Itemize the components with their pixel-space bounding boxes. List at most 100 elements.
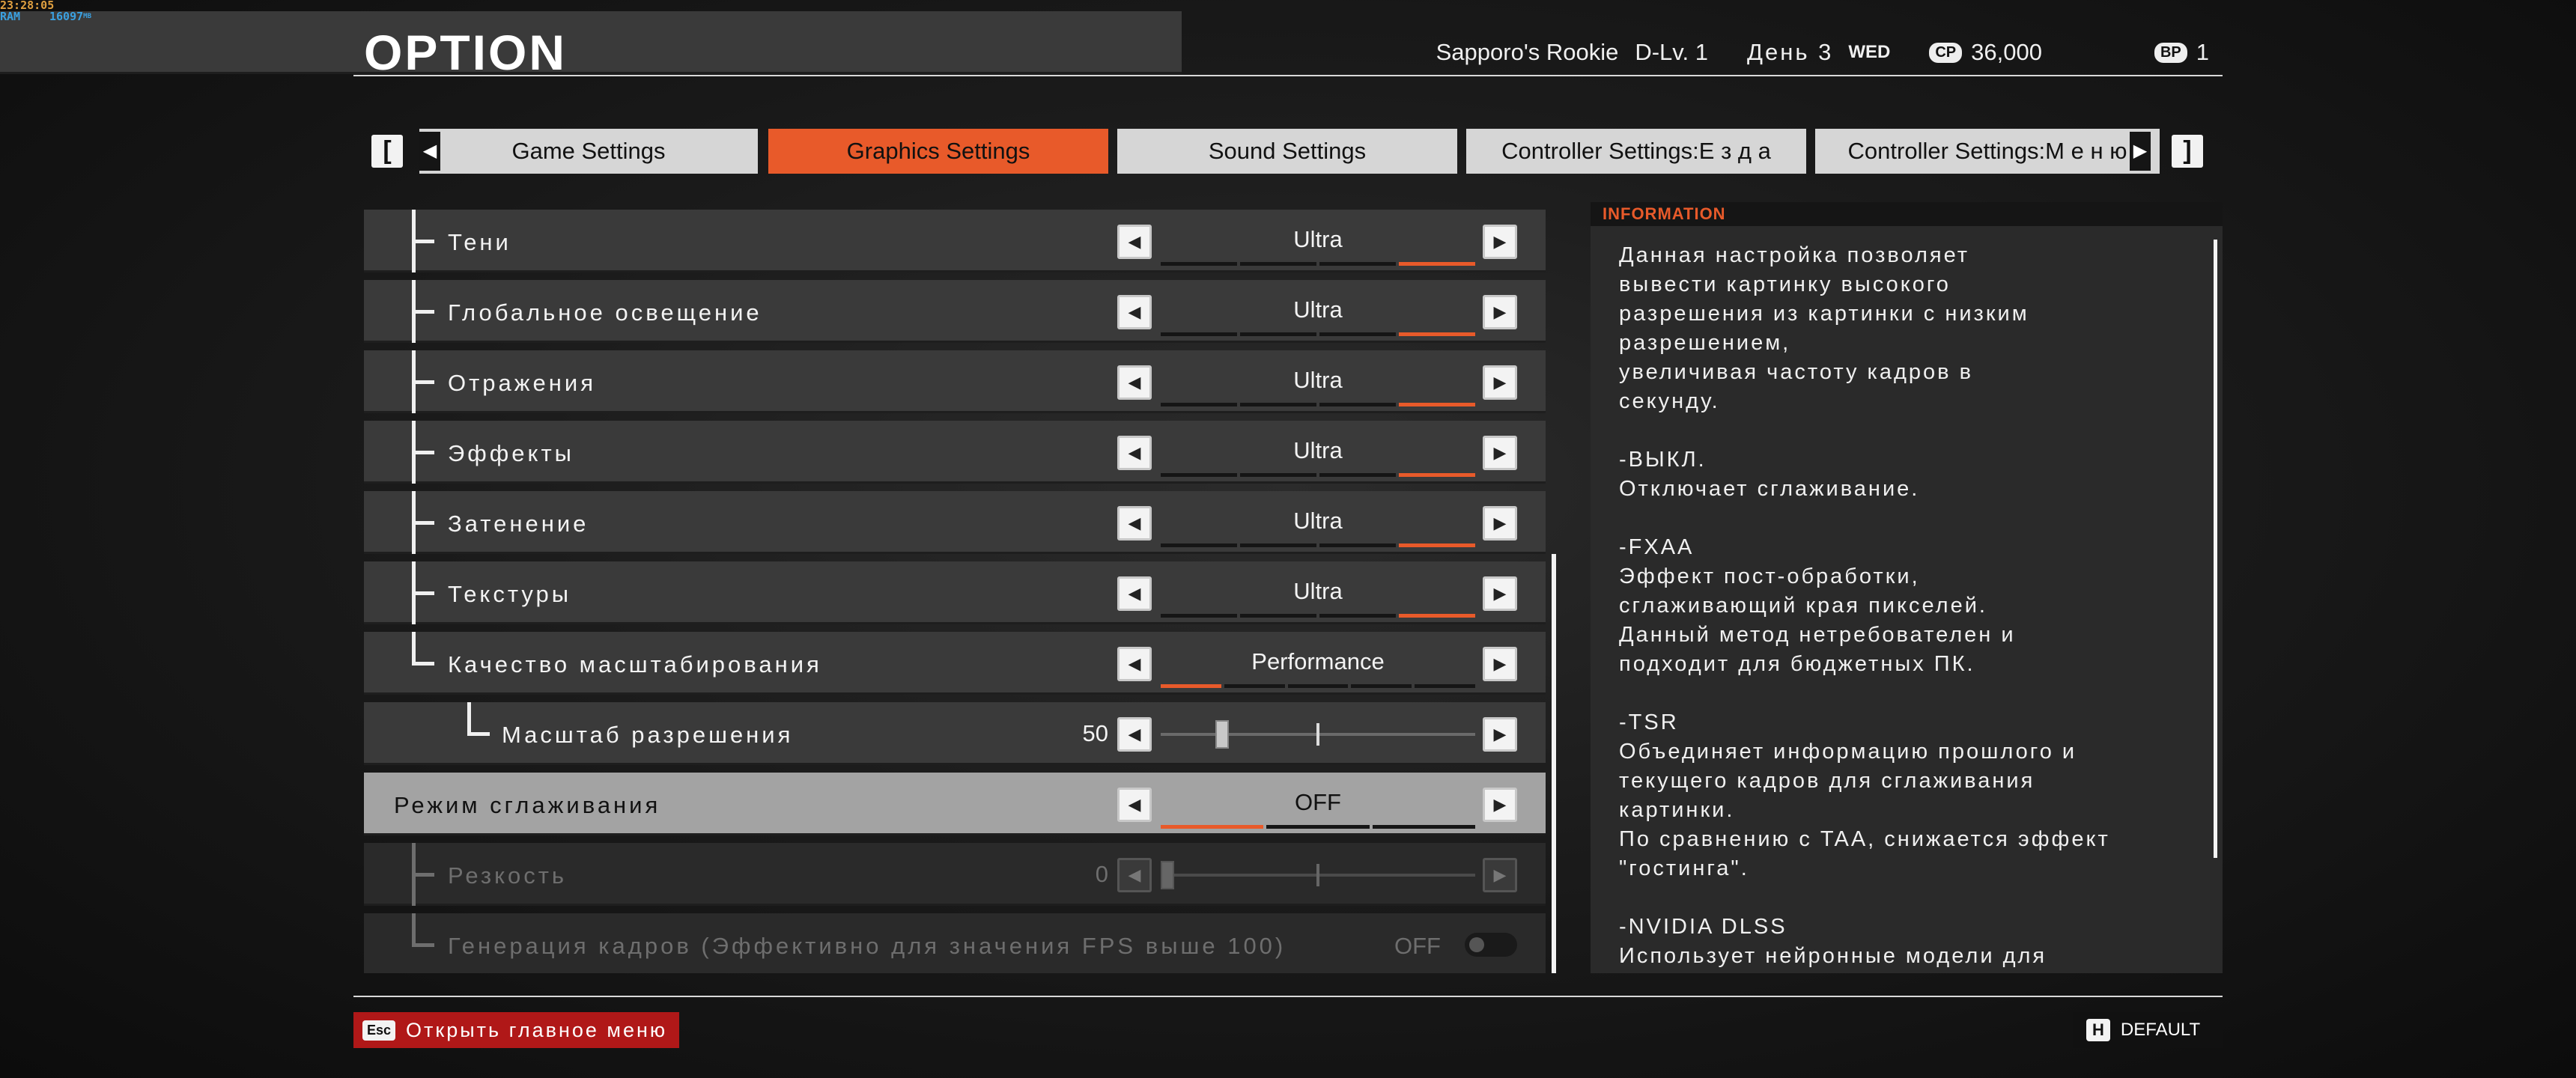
setting-label: Режим сглаживания xyxy=(394,792,661,818)
setting-row-effects[interactable]: Эффекты ◀ Ultra ▶ xyxy=(364,421,1546,484)
tab-label: Graphics Settings xyxy=(846,138,1030,164)
decrease-arrow-icon[interactable]: ◀ xyxy=(1117,436,1152,470)
increase-arrow-icon[interactable]: ▶ xyxy=(1483,225,1517,259)
prev-tab-button[interactable]: [ xyxy=(371,135,403,168)
level-segment xyxy=(1240,403,1316,406)
level-indicator xyxy=(1161,614,1475,618)
tab-controller-driving[interactable]: Controller Settings:Е з д а xyxy=(1466,129,1806,174)
increase-arrow-icon[interactable]: ▶ xyxy=(1483,295,1517,329)
increase-arrow-icon[interactable]: ▶ xyxy=(1483,717,1517,752)
open-main-menu-button[interactable]: Esc Открыть главное меню xyxy=(353,1012,680,1048)
tab-label: Controller Settings:М е н ю xyxy=(1847,138,2127,164)
decrease-arrow-icon[interactable]: ◀ xyxy=(1117,225,1152,259)
setting-row-shadows[interactable]: Тени ◀ Ultra ▶ xyxy=(364,210,1546,272)
setting-value: Ultra xyxy=(1293,226,1343,252)
setting-row-global-illumination[interactable]: Глобальное освещение ◀ Ultra ▶ xyxy=(364,280,1546,343)
increase-arrow-icon[interactable]: ▶ xyxy=(1483,436,1517,470)
overlay-unit: MB xyxy=(83,13,91,20)
settings-scrollbar[interactable] xyxy=(1552,554,1556,973)
toggle-state-label: OFF xyxy=(1394,933,1441,959)
level-segment xyxy=(1319,614,1396,618)
decrease-arrow-icon[interactable]: ◀ xyxy=(1117,576,1152,611)
decrease-arrow-icon[interactable]: ◀ xyxy=(1117,365,1152,400)
setting-label: Затенение xyxy=(448,511,589,537)
overlay-value xyxy=(222,11,274,72)
information-title: INFORMATION xyxy=(1591,202,2223,226)
level-segment xyxy=(1161,825,1264,829)
decrease-arrow-icon[interactable]: ◀ xyxy=(1117,717,1152,752)
footer-divider xyxy=(353,996,2223,997)
level-segment xyxy=(1319,332,1396,336)
next-tab-button[interactable]: ] xyxy=(2172,135,2203,168)
information-text: Данная настройка позволяет вывести карти… xyxy=(1619,243,2110,968)
decrease-arrow-icon[interactable]: ◀ xyxy=(1117,295,1152,329)
increase-arrow-icon[interactable]: ▶ xyxy=(1483,365,1517,400)
level-segment xyxy=(1351,684,1412,688)
setting-value: Ultra xyxy=(1293,508,1343,534)
overlay-value: 16097MB xyxy=(48,11,91,72)
level-indicator xyxy=(1161,684,1475,688)
default-label: DEFAULT xyxy=(2120,1020,2201,1040)
setting-row-sharpness: Резкость 0 ◀ ▶ xyxy=(364,843,1546,906)
tab-label: Sound Settings xyxy=(1208,138,1367,164)
level-segment xyxy=(1161,684,1221,688)
setting-value: Ultra xyxy=(1293,578,1343,604)
tab-scroll-left-icon[interactable]: ◀ xyxy=(419,132,440,171)
slider-thumb[interactable] xyxy=(1215,720,1229,749)
tab-controller-menu[interactable]: Controller Settings:М е н ю xyxy=(1815,129,2160,174)
increase-arrow-icon[interactable]: ▶ xyxy=(1483,647,1517,681)
setting-label: Резкость xyxy=(448,862,568,889)
setting-row-shading[interactable]: Затенение ◀ Ultra ▶ xyxy=(364,491,1546,554)
header: OPTION Sapporo's Rookie D-Lv. 1 День 3 W… xyxy=(353,21,2223,80)
level-segment xyxy=(1319,473,1396,477)
setting-row-reflections[interactable]: Отражения ◀ Ultra ▶ xyxy=(364,350,1546,413)
setting-label: Генерация кадров (Эффективно для значени… xyxy=(448,933,1287,959)
setting-value: Ultra xyxy=(1293,296,1343,323)
toggle-knob xyxy=(1469,937,1484,952)
player-info: Sapporo's Rookie D-Lv. 1 День 3 WED CP 3… xyxy=(1436,39,2209,66)
level-segment xyxy=(1161,614,1237,618)
day-label: День 3 xyxy=(1746,39,1834,65)
increase-arrow-icon[interactable]: ▶ xyxy=(1483,576,1517,611)
overlay-number: 16097 xyxy=(49,10,84,23)
level-indicator xyxy=(1161,543,1475,547)
increase-arrow-icon[interactable]: ▶ xyxy=(1483,788,1517,822)
tab-scroll-right-icon[interactable]: ▶ xyxy=(2130,132,2151,171)
tab-sound-settings[interactable]: Sound Settings xyxy=(1117,129,1457,174)
setting-row-upscaling-quality[interactable]: Качество масштабирования ◀ Performance ▶ xyxy=(364,632,1546,695)
setting-row-resolution-scale[interactable]: Масштаб разрешения 50 ◀ ▶ xyxy=(364,702,1546,765)
frame-generation-toggle xyxy=(1465,933,1517,957)
level-segment xyxy=(1240,473,1316,477)
tab-game-settings[interactable]: Game Settings xyxy=(419,129,758,174)
h-key-icon: H xyxy=(2086,1019,2110,1041)
setting-value: OFF xyxy=(1295,789,1341,815)
decrease-arrow-icon: ◀ xyxy=(1117,858,1152,892)
setting-value: Ultra xyxy=(1293,437,1343,463)
level-segment xyxy=(1240,262,1316,266)
slider-value: 50 xyxy=(1082,720,1108,746)
setting-row-frame-generation: Генерация кадров (Эффективно для значени… xyxy=(364,913,1546,973)
level-segment xyxy=(1399,543,1475,547)
level-segment xyxy=(1287,684,1349,688)
level-segment xyxy=(1399,332,1475,336)
setting-label: Глобальное освещение xyxy=(448,299,762,326)
decrease-arrow-icon[interactable]: ◀ xyxy=(1117,647,1152,681)
cp-icon: CP xyxy=(1929,42,1963,63)
player-name: Sapporo's Rookie xyxy=(1436,39,1619,65)
setting-label: Масштаб разрешения xyxy=(502,722,794,748)
setting-row-antialiasing[interactable]: Режим сглаживания ◀ OFF ▶ xyxy=(364,773,1546,835)
setting-label: Тени xyxy=(448,229,511,255)
esc-key-icon: Esc xyxy=(362,1020,396,1041)
level-segment xyxy=(1399,614,1475,618)
increase-arrow-icon[interactable]: ▶ xyxy=(1483,506,1517,540)
decrease-arrow-icon[interactable]: ◀ xyxy=(1117,788,1152,822)
default-button[interactable]: H DEFAULT xyxy=(2073,1012,2223,1048)
information-scrollbar[interactable] xyxy=(2214,240,2217,858)
setting-row-textures[interactable]: Текстуры ◀ Ultra ▶ xyxy=(364,561,1546,624)
level-segment xyxy=(1161,543,1237,547)
overlay-label: RAM xyxy=(0,10,21,23)
decrease-arrow-icon[interactable]: ◀ xyxy=(1117,506,1152,540)
tab-graphics-settings[interactable]: Graphics Settings xyxy=(768,129,1108,174)
level-segment xyxy=(1161,473,1237,477)
level-segment xyxy=(1319,262,1396,266)
